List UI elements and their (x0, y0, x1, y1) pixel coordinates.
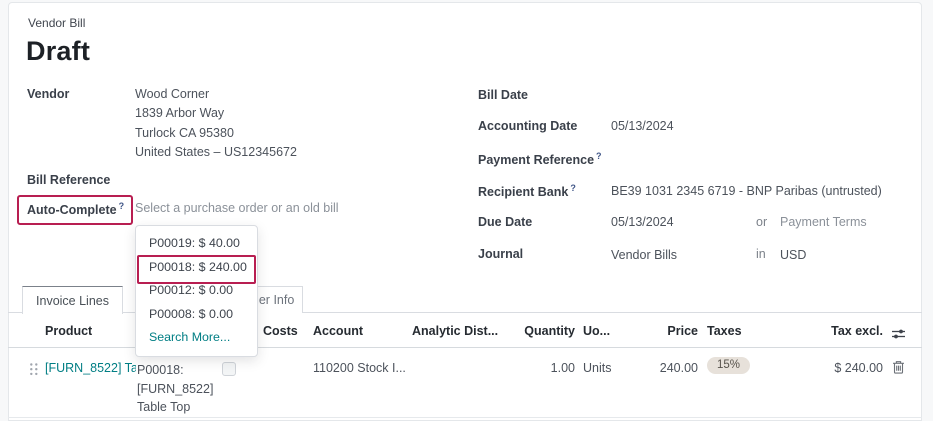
payment-reference-label: Payment Reference? (478, 151, 602, 167)
autocomplete-label: Auto-Complete? (27, 201, 124, 217)
col-header-tax-excl: Tax excl. (831, 324, 883, 338)
autocomplete-input[interactable]: Select a purchase order or an old bill (135, 201, 339, 215)
row-price-cell[interactable]: 240.00 (660, 361, 698, 375)
dropdown-option[interactable]: P00019: $ 40.00 (136, 232, 257, 256)
row-tax-badge[interactable]: 15% (707, 357, 750, 374)
vendor-bill-form: Vendor Bill Draft Vendor Wood Corner 183… (0, 0, 933, 421)
recipient-bank-input[interactable]: BE39 1031 2345 6719 - BNP Paribas (untru… (611, 184, 882, 198)
col-header-costs: Costs (263, 324, 298, 338)
row-costs-checkbox[interactable] (222, 362, 236, 376)
currency-input[interactable]: USD (780, 248, 806, 262)
col-header-analytic: Analytic Dist... (412, 324, 498, 338)
delete-row-trash-icon[interactable] (892, 360, 905, 374)
due-date-input[interactable]: 05/13/2024 (611, 215, 674, 229)
row-product-link[interactable]: [FURN_8522] Tabl (45, 361, 136, 375)
doc-type-label: Vendor Bill (28, 16, 85, 30)
drag-handle-icon[interactable] (29, 362, 39, 377)
col-header-price: Price (667, 324, 698, 338)
vendor-name[interactable]: Wood Corner (135, 85, 297, 104)
row-label-cell[interactable]: P00018: [FURN_8522] Table Top (137, 361, 219, 417)
row-uom-cell[interactable]: Units (583, 361, 611, 375)
col-header-product: Product (45, 324, 92, 338)
payment-terms-input[interactable]: Payment Terms (780, 215, 867, 229)
vendor-label: Vendor (27, 87, 69, 101)
journal-label: Journal (478, 247, 523, 261)
bill-date-label: Bill Date (478, 88, 528, 102)
help-question-icon: ? (119, 201, 125, 211)
dropdown-search-more-link[interactable]: Search More... (136, 326, 257, 350)
vendor-address-line: Turlock CA 95380 (135, 124, 297, 143)
optional-columns-icon[interactable] (891, 327, 906, 341)
col-header-quantity: Quantity (524, 324, 575, 338)
or-label: or (756, 215, 767, 229)
help-question-icon: ? (570, 183, 576, 193)
dropdown-option-highlight-box (137, 255, 256, 284)
in-label: in (756, 247, 766, 261)
row-label-line: [FURN_8522] (137, 380, 219, 399)
journal-input[interactable]: Vendor Bills (611, 248, 677, 262)
status-draft-heading: Draft (26, 36, 90, 67)
autocomplete-dropdown: P00019: $ 40.00 P00018: $ 240.00 P00012:… (135, 225, 258, 357)
row-subtotal-cell: $ 240.00 (834, 361, 883, 375)
help-question-icon: ? (596, 151, 602, 161)
accounting-date-label: Accounting Date (478, 119, 577, 133)
vendor-address-line: 1839 Arbor Way (135, 104, 297, 123)
tab-invoice-lines[interactable]: Invoice Lines (22, 286, 123, 314)
due-date-label: Due Date (478, 215, 532, 229)
col-header-uom: Uo... (583, 324, 610, 338)
row-label-line: P00018: (137, 361, 219, 380)
row-account-cell[interactable]: 110200 Stock I... (313, 361, 406, 375)
row-divider (8, 417, 922, 418)
recipient-bank-label: Recipient Bank? (478, 183, 576, 199)
accounting-date-input[interactable]: 05/13/2024 (611, 119, 674, 133)
col-header-taxes: Taxes (707, 324, 742, 338)
row-label-line: Table Top (137, 398, 219, 417)
dropdown-option[interactable]: P00008: $ 0.00 (136, 303, 257, 327)
bill-reference-label: Bill Reference (27, 173, 110, 187)
vendor-address-block[interactable]: Wood Corner 1839 Arbor Way Turlock CA 95… (135, 85, 297, 163)
row-quantity-cell[interactable]: 1.00 (551, 361, 575, 375)
vendor-address-line: United States – US12345672 (135, 143, 297, 162)
col-header-account: Account (313, 324, 363, 338)
